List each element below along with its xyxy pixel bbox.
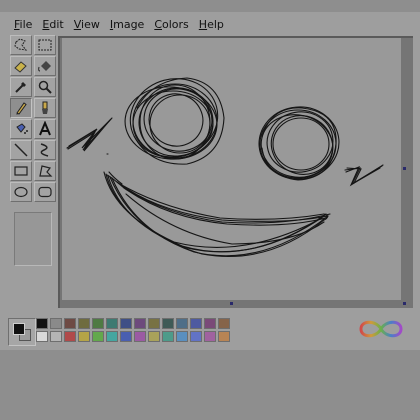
- palette-color-swatch[interactable]: [162, 331, 174, 342]
- palette-color-swatch[interactable]: [148, 318, 160, 329]
- text-icon: [39, 121, 51, 136]
- magnifier-tool[interactable]: [34, 77, 56, 97]
- free-form-select-tool[interactable]: [10, 35, 32, 55]
- color-picker-tool[interactable]: [10, 77, 32, 97]
- palette-color-swatch[interactable]: [204, 331, 216, 342]
- airbrush-tool[interactable]: [10, 119, 32, 139]
- pencil-tool[interactable]: [10, 98, 32, 118]
- palette-swatches: [36, 318, 231, 343]
- palette-color-swatch[interactable]: [36, 318, 48, 329]
- ellipse-tool[interactable]: [10, 182, 32, 202]
- rectangle-tool[interactable]: [10, 161, 32, 181]
- menu-bar: File Edit View Image Colors Help: [0, 12, 420, 36]
- palette-color-swatch[interactable]: [190, 331, 202, 342]
- resize-handle-right[interactable]: [403, 167, 406, 170]
- palette-color-swatch[interactable]: [176, 318, 188, 329]
- palette-color-swatch[interactable]: [134, 331, 146, 342]
- palette-color-swatch[interactable]: [64, 318, 76, 329]
- right-eye-scribble: [258, 106, 340, 181]
- palette-color-swatch[interactable]: [162, 318, 174, 329]
- drawing-svg: [66, 77, 384, 257]
- curve-icon: [40, 143, 49, 157]
- palette-color-swatch[interactable]: [204, 318, 216, 329]
- smile-scribble: [103, 171, 331, 257]
- ellipse-icon: [14, 186, 28, 198]
- pencil-icon: [16, 102, 27, 115]
- left-zigzag-stroke: [66, 117, 113, 152]
- palette-color-swatch[interactable]: [120, 331, 132, 342]
- current-colors-indicator[interactable]: [8, 318, 36, 346]
- resize-handle-bottom[interactable]: [230, 302, 233, 305]
- rect-select-icon: [38, 39, 52, 51]
- right-zigzag-stroke: [344, 164, 384, 187]
- menu-help[interactable]: Help: [195, 18, 228, 31]
- menu-file[interactable]: File: [10, 18, 36, 31]
- menu-colors[interactable]: Colors: [150, 18, 192, 31]
- menu-edit[interactable]: Edit: [38, 18, 67, 31]
- eraser-icon: [14, 61, 27, 73]
- polygon-icon: [39, 165, 53, 177]
- left-eye-scribble: [124, 77, 225, 165]
- toolbox: [10, 35, 56, 205]
- fill-bucket-icon: [38, 61, 51, 72]
- palette-color-swatch[interactable]: [120, 318, 132, 329]
- line-icon: [14, 143, 28, 157]
- foreground-color-swatch: [13, 323, 25, 335]
- palette-color-swatch[interactable]: [92, 331, 104, 342]
- eraser-tool[interactable]: [10, 56, 32, 76]
- magnifier-icon: [38, 80, 52, 94]
- palette-color-swatch[interactable]: [134, 318, 146, 329]
- color-picker-icon: [15, 82, 26, 93]
- tool-options-box[interactable]: [14, 212, 52, 266]
- rectangle-icon: [14, 166, 28, 176]
- menu-image[interactable]: Image: [106, 18, 148, 31]
- palette-color-swatch[interactable]: [106, 318, 118, 329]
- palette-color-swatch[interactable]: [64, 331, 76, 342]
- palette-color-swatch[interactable]: [176, 331, 188, 342]
- palette-color-swatch[interactable]: [218, 318, 230, 329]
- resize-handle-corner[interactable]: [403, 302, 406, 305]
- free-form-select-icon: [14, 38, 28, 51]
- palette-color-swatch[interactable]: [148, 331, 160, 342]
- rounded-rect-tool[interactable]: [34, 182, 56, 202]
- curve-tool[interactable]: [34, 140, 56, 160]
- palette-color-swatch[interactable]: [50, 318, 62, 329]
- rect-select-tool[interactable]: [34, 35, 56, 55]
- brush-icon: [42, 101, 48, 114]
- palette-color-swatch[interactable]: [106, 331, 118, 342]
- infinity-logo: [359, 320, 403, 338]
- paint-window: File Edit View Image Colors Help: [0, 12, 420, 350]
- fill-bucket-tool[interactable]: [34, 56, 56, 76]
- airbrush-icon: [16, 123, 28, 134]
- polygon-tool[interactable]: [34, 161, 56, 181]
- rounded-rect-icon: [38, 186, 52, 198]
- palette-color-swatch[interactable]: [92, 318, 104, 329]
- line-tool[interactable]: [10, 140, 32, 160]
- palette-color-swatch[interactable]: [36, 331, 48, 342]
- palette-color-swatch[interactable]: [50, 331, 62, 342]
- palette-color-swatch[interactable]: [78, 331, 90, 342]
- text-tool[interactable]: [34, 119, 56, 139]
- palette-color-swatch[interactable]: [78, 318, 90, 329]
- drawing-canvas[interactable]: [62, 38, 401, 300]
- palette-color-swatch[interactable]: [218, 331, 230, 342]
- brush-tool[interactable]: [34, 98, 56, 118]
- menu-view[interactable]: View: [70, 18, 104, 31]
- palette-color-swatch[interactable]: [190, 318, 202, 329]
